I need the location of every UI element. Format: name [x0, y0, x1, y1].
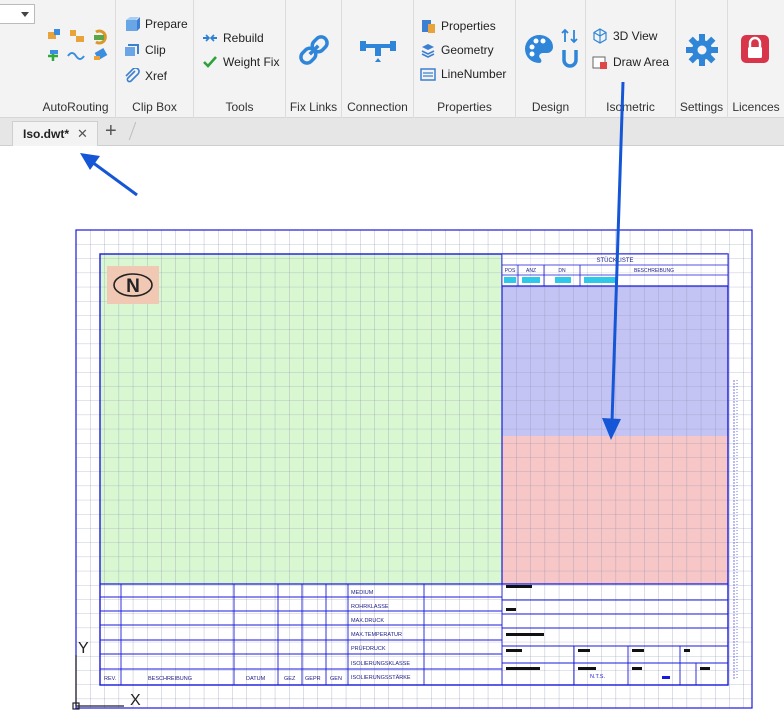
group-label: Clip Box	[132, 100, 177, 114]
drawing-svg: N STÜCKLISTE POS ANZ DN BESCHREIBUNG MED…	[72, 229, 753, 710]
clip-button[interactable]: Clip	[124, 40, 166, 60]
footer-label: BESCHREIBUNG	[148, 676, 192, 682]
group-label: Connection	[347, 100, 408, 114]
linenumber-label: LineNumber	[441, 67, 507, 81]
footer-label: DATUM	[246, 676, 266, 682]
document-tab-bar: Iso.dwt* ✕ +	[0, 118, 784, 146]
properties-label: Properties	[441, 19, 496, 33]
footer-label: REV.	[104, 676, 117, 682]
title-field: MAX.DRUCK	[351, 618, 384, 624]
title-field: ROHRKLASSE	[351, 604, 389, 610]
title-field: PRÜFDRUCK	[351, 645, 386, 652]
sort-icon[interactable]	[560, 28, 580, 70]
footer-label: GEZ	[284, 676, 296, 682]
weight-fix-button[interactable]: Weight Fix	[202, 52, 279, 72]
parts-header: DN	[558, 268, 566, 274]
line-number-icon	[420, 66, 436, 82]
north-letter: N	[126, 276, 140, 297]
ribbon: AutoRouting Prepare Clip Xref Clip Box R…	[0, 0, 784, 118]
palette-icon[interactable]	[522, 32, 556, 66]
rebuild-button[interactable]: Rebuild	[202, 28, 264, 48]
cube-icon	[124, 16, 140, 32]
workspace-dropdown[interactable]	[0, 4, 35, 24]
group-label: Isometric	[606, 100, 655, 114]
3d-view-button[interactable]: 3D View	[592, 26, 657, 46]
group-tools: Rebuild Weight Fix Tools	[194, 0, 286, 118]
title-field: MAX.TEMPERATUR	[351, 632, 402, 638]
drawing-grid	[76, 230, 752, 708]
group-label: AutoRouting	[42, 100, 109, 114]
group-label: Design	[531, 100, 570, 114]
rebuild-label: Rebuild	[223, 31, 264, 45]
group-connection: Connection	[342, 0, 414, 118]
parts-list: STÜCKLISTE POS ANZ DN BESCHREIBUNG	[502, 254, 728, 287]
group-label: Tools	[225, 100, 254, 114]
properties-icon	[420, 18, 436, 34]
linenumber-button[interactable]: LineNumber	[420, 64, 506, 84]
cube-outline-icon	[592, 28, 608, 44]
autorouting-icons[interactable]	[44, 26, 110, 76]
paperclip-icon	[124, 68, 140, 84]
axis-y-label: Y	[78, 640, 89, 657]
rebuild-icon	[202, 30, 218, 46]
group-licences: Licences	[728, 0, 784, 118]
group-label: Settings	[679, 100, 724, 114]
group-design: Design	[516, 0, 586, 118]
prepare-button[interactable]: Prepare	[124, 14, 188, 34]
parts-header: ANZ	[526, 268, 536, 274]
geometry-label: Geometry	[441, 43, 494, 57]
close-icon[interactable]: ✕	[77, 126, 88, 142]
group-fixlinks: Fix Links	[286, 0, 342, 118]
chain-link-icon[interactable]	[294, 30, 334, 70]
tab-separator	[128, 122, 137, 140]
properties-button[interactable]: Properties	[420, 16, 496, 36]
document-tab[interactable]: Iso.dwt* ✕	[12, 121, 98, 146]
group-autorouting: AutoRouting	[36, 0, 116, 118]
parts-header: BESCHREIBUNG	[634, 268, 674, 274]
chevron-down-icon	[21, 12, 29, 17]
draw-area-button[interactable]: Draw Area	[592, 52, 669, 72]
parts-list-title: STÜCKLISTE	[596, 257, 633, 264]
3d-view-label: 3D View	[613, 29, 658, 43]
group-clipbox: Prepare Clip Xref Clip Box	[116, 0, 194, 118]
geometry-button[interactable]: Geometry	[420, 40, 494, 60]
xref-button[interactable]: Xref	[124, 66, 167, 86]
clip-icon	[124, 42, 140, 58]
checkmark-icon	[202, 54, 218, 70]
prepare-label: Prepare	[145, 17, 188, 31]
title-field: MEDIUM	[351, 590, 374, 596]
layers-icon	[420, 42, 436, 58]
drawing-canvas[interactable]: N STÜCKLISTE POS ANZ DN BESCHREIBUNG MED…	[0, 147, 784, 725]
footer-label: GEN	[330, 676, 342, 682]
lock-icon[interactable]	[738, 32, 772, 66]
title-field: ISOLIERUNGSKLASSE	[351, 661, 410, 667]
group-label: Fix Links	[289, 100, 338, 114]
weight-fix-label: Weight Fix	[223, 55, 280, 69]
group-label: Licences	[732, 100, 780, 114]
title-field: ISOLIERUNGSSTÄRKE	[351, 674, 411, 681]
draw-area-label: Draw Area	[613, 55, 670, 69]
group-isometric: 3D View Draw Area Isometric	[586, 0, 676, 118]
footer-label: GEPR	[305, 676, 321, 682]
document-tab-label: Iso.dwt*	[23, 127, 70, 141]
draw-area-icon	[592, 54, 608, 70]
group-settings: Settings	[676, 0, 728, 118]
parts-header: POS	[505, 268, 516, 274]
group-label: Properties	[437, 100, 492, 114]
gear-icon[interactable]	[684, 32, 720, 68]
clip-label: Clip	[145, 43, 166, 57]
axis-x-label: X	[130, 692, 141, 709]
xref-label: Xref	[145, 69, 168, 83]
group-properties: Properties Geometry LineNumber Propertie…	[414, 0, 516, 118]
scale-label: N.T.S.	[590, 674, 605, 680]
add-tab-button[interactable]: +	[105, 120, 117, 143]
connection-icon[interactable]	[358, 34, 398, 64]
